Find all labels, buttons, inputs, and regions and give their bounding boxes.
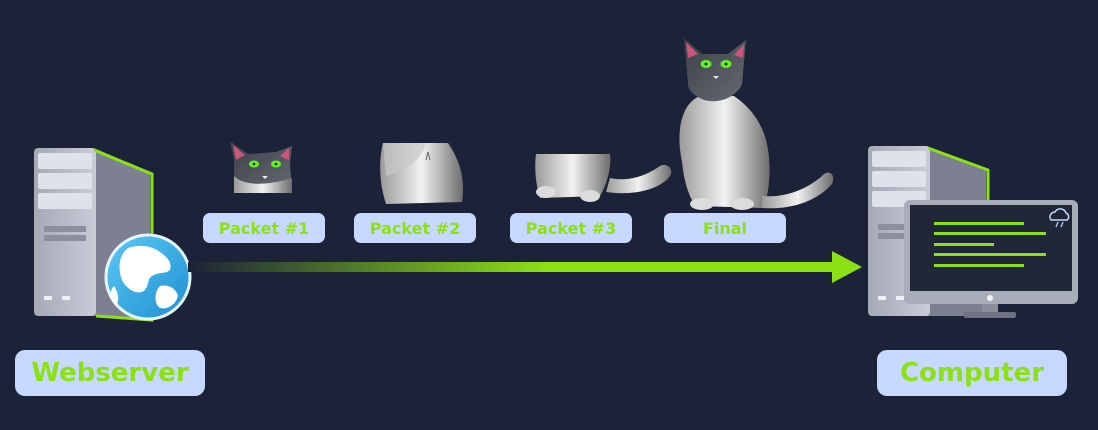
packet-2-label: Packet #2 xyxy=(354,213,476,243)
packet-3-label: Packet #3 xyxy=(510,213,632,243)
packet-1-cat-head-image xyxy=(230,141,292,193)
packet-3-cat-legs-image xyxy=(535,154,672,202)
globe-icon xyxy=(104,233,192,321)
transfer-arrow-icon xyxy=(188,251,862,283)
monitor-icon xyxy=(904,200,1078,318)
packet-1-label: Packet #1 xyxy=(203,213,325,243)
final-label: Final xyxy=(664,213,786,243)
final-cat-image xyxy=(679,38,834,210)
webserver-label: Webserver xyxy=(15,350,205,396)
computer-label: Computer xyxy=(877,350,1067,396)
packet-2-cat-torso-image xyxy=(380,143,464,204)
